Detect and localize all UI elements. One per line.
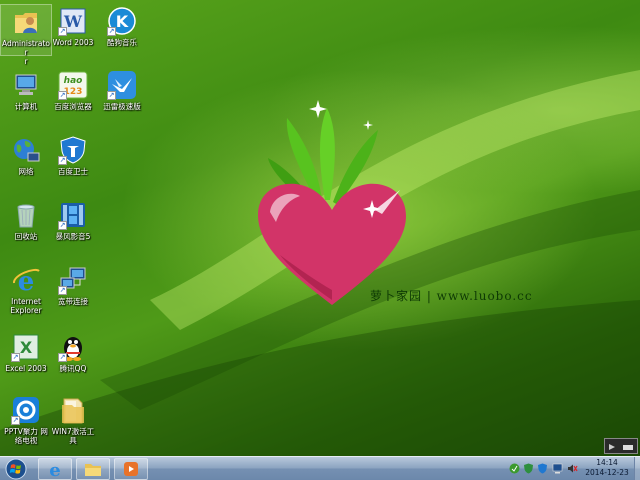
icon-label: 腾讯QQ <box>59 364 87 373</box>
shield-icon: ↗ <box>58 135 88 165</box>
internet-explorer-icon: e <box>49 460 60 480</box>
icon-label: 酷狗音乐 <box>107 38 137 47</box>
system-clock[interactable]: 14:14 2014-12-23 <box>580 458 634 478</box>
word-icon: W ↗ <box>58 6 88 36</box>
windows-logo-icon <box>5 458 27 480</box>
clock-date: 2014-12-23 <box>585 468 629 477</box>
icon-label: 迅雷极速版 <box>103 102 141 111</box>
desktop-icon-computer[interactable]: 计算机 <box>0 68 52 111</box>
kugou-icon: K ↗ <box>107 6 137 36</box>
icon-label: 百度卫士 <box>58 167 88 176</box>
desktop-icon-tencent-qq[interactable]: ↗ 腾讯QQ <box>47 330 99 373</box>
user-folder-icon <box>11 7 41 37</box>
folder-icon <box>85 464 101 476</box>
clock-time: 14:14 <box>596 458 618 467</box>
shortcut-arrow-icon: ↗ <box>107 27 116 36</box>
desktop-icon-baidu-guard[interactable]: ↗ 百度卫士 <box>47 133 99 176</box>
computer-icon <box>11 70 41 100</box>
network-globe-icon <box>11 135 41 165</box>
desktop[interactable]: Administrator r W ↗ Word 2003 K ↗ 酷狗音乐 计算… <box>0 0 640 456</box>
icon-label: 百度浏览器 <box>54 102 92 111</box>
svg-text:hao: hao <box>64 76 83 86</box>
folder-icon <box>58 395 88 425</box>
icon-label: PPTV聚力 网络电视 <box>4 427 48 445</box>
show-desktop-button[interactable] <box>634 457 640 480</box>
security-shield-tray-icon[interactable] <box>523 463 534 474</box>
icon-label: 回收站 <box>14 232 38 241</box>
qq-penguin-icon: ↗ <box>58 332 88 362</box>
shortcut-arrow-icon: ↗ <box>58 91 67 100</box>
floating-widget[interactable] <box>604 438 638 454</box>
pptv-icon: ↗ <box>11 395 41 425</box>
shortcut-arrow-icon: ↗ <box>58 27 67 36</box>
xunlei-bird-icon: ↗ <box>107 70 137 100</box>
taskbar-ie-button[interactable]: e <box>38 458 72 480</box>
icon-label: 计算机 <box>14 102 38 111</box>
internet-explorer-icon: e <box>11 265 41 297</box>
desktop-icon-internet-explorer[interactable]: e Internet Explorer <box>0 263 52 315</box>
icon-label: Excel 2003 <box>5 364 47 373</box>
start-button[interactable] <box>4 458 28 480</box>
film-strip-icon: ↗ <box>58 200 88 230</box>
svg-text:X: X <box>20 338 33 357</box>
desktop-icon-broadband[interactable]: ↗ 宽带连接 <box>47 263 99 306</box>
broadband-connection-icon: ↗ <box>58 265 88 295</box>
desktop-icon-word-2003[interactable]: W ↗ Word 2003 <box>47 4 99 47</box>
taskbar: e 14:14 2014-12-23 <box>0 456 640 480</box>
shortcut-arrow-icon: ↗ <box>58 156 67 165</box>
desktop-icon-network[interactable]: 网络 <box>0 133 52 176</box>
network-tray-icon[interactable] <box>509 463 520 474</box>
desktop-icon-recycle-bin[interactable]: 回收站 <box>0 198 52 241</box>
icon-label: 宽带连接 <box>58 297 88 306</box>
taskbar-explorer-button[interactable] <box>76 458 110 480</box>
desktop-icon-win7-activation[interactable]: WIN7激活工具 <box>47 393 99 445</box>
desktop-icon-xunlei[interactable]: ↗ 迅雷极速版 <box>96 68 148 111</box>
icon-label: 网络 <box>18 167 34 176</box>
baidu-guard-tray-icon[interactable] <box>537 463 548 474</box>
volume-muted-tray-icon[interactable] <box>567 463 578 474</box>
desktop-icon-baidu-browser[interactable]: hao 123 ↗ 百度浏览器 <box>47 68 99 111</box>
desktop-icon-baofeng[interactable]: ↗ 暴风影音5 <box>47 198 99 241</box>
icon-label: Internet Explorer <box>10 297 42 315</box>
svg-text:e: e <box>49 460 60 479</box>
shortcut-arrow-icon: ↗ <box>58 221 67 230</box>
recycle-bin-icon <box>11 200 41 230</box>
icon-label: WIN7激活工具 <box>51 427 95 445</box>
desktop-icon-kugou-music[interactable]: K ↗ 酷狗音乐 <box>96 4 148 47</box>
desktop-icon-administrator[interactable]: Administrator r <box>0 4 52 66</box>
excel-icon: X ↗ <box>11 332 41 362</box>
shortcut-arrow-icon: ↗ <box>58 286 67 295</box>
desktop-icon-excel-2003[interactable]: X ↗ Excel 2003 <box>0 330 52 373</box>
taskbar-media-player-button[interactable] <box>114 458 148 480</box>
icon-label: Word 2003 <box>52 38 94 47</box>
shortcut-arrow-icon: ↗ <box>58 353 67 362</box>
desktop-icon-pptv[interactable]: ↗ PPTV聚力 网络电视 <box>0 393 52 445</box>
hao123-icon: hao 123 ↗ <box>58 70 88 100</box>
shortcut-arrow-icon: ↗ <box>11 416 20 425</box>
shortcut-arrow-icon: ↗ <box>11 353 20 362</box>
shortcut-arrow-icon: ↗ <box>107 91 116 100</box>
network-monitor-tray-icon[interactable] <box>552 463 563 474</box>
icon-label: 暴风影音5 <box>55 232 91 241</box>
icon-label: Administrator r <box>1 39 51 66</box>
media-player-icon <box>124 462 138 476</box>
wallpaper-brand-text: 萝卜家园 | www.luobo.cc <box>370 289 533 303</box>
svg-text:K: K <box>116 12 129 31</box>
